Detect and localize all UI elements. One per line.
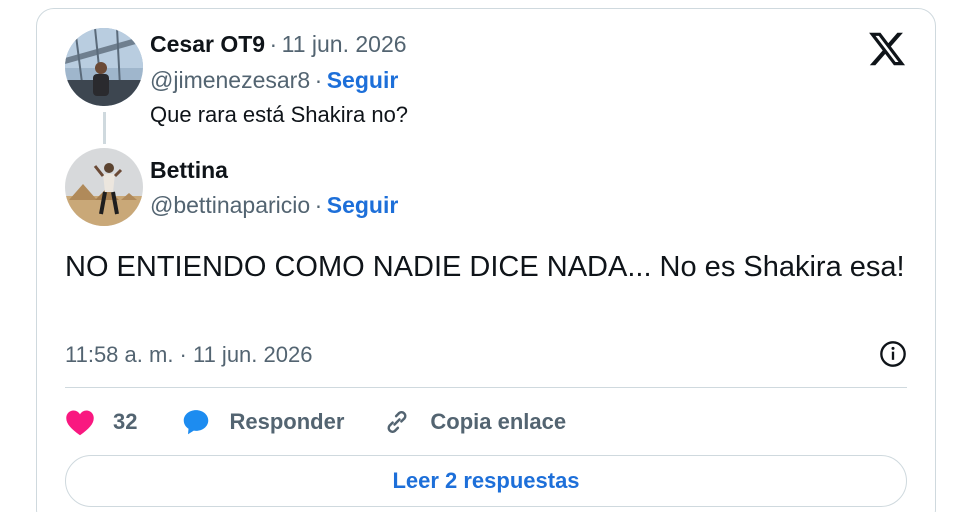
thread-connector-line bbox=[103, 112, 106, 144]
parent-author-name[interactable]: Cesar OT9 bbox=[150, 31, 265, 57]
link-icon bbox=[387, 411, 407, 433]
parent-separator: · bbox=[269, 31, 278, 57]
embedded-tweet-card: Cesar OT9 · 11 jun. 2026 @jimenezesar8 ·… bbox=[36, 8, 936, 512]
reply-handle-separator: · bbox=[314, 192, 323, 218]
heart-icon bbox=[66, 410, 94, 436]
parent-header: Cesar OT9 · 11 jun. 2026 bbox=[150, 31, 407, 58]
tweet-actions-bar: 32 Responder Copia enlace bbox=[65, 405, 566, 439]
parent-follow-button[interactable]: Seguir bbox=[327, 67, 399, 93]
parent-handle-separator: · bbox=[314, 67, 323, 93]
info-icon[interactable] bbox=[879, 340, 907, 368]
reply-button[interactable]: Responder bbox=[181, 407, 344, 437]
reply-follow-button[interactable]: Seguir bbox=[327, 192, 399, 218]
cesar-avatar[interactable] bbox=[65, 28, 143, 106]
speech-bubble-icon bbox=[184, 410, 209, 435]
like-button[interactable]: 32 bbox=[65, 408, 137, 436]
parent-handle-row: @jimenezesar8 · Seguir bbox=[150, 67, 398, 94]
reply-header: Bettina bbox=[150, 157, 228, 184]
read-replies-button[interactable]: Leer 2 respuestas bbox=[65, 455, 907, 507]
copy-link-button[interactable]: Copia enlace bbox=[382, 407, 566, 437]
like-count: 32 bbox=[113, 409, 138, 434]
reply-author-name[interactable]: Bettina bbox=[150, 157, 228, 183]
parent-tweet-text: Que rara está Shakira no? bbox=[150, 102, 409, 127]
parent-date[interactable]: 11 jun. 2026 bbox=[282, 31, 407, 57]
actions-divider bbox=[65, 387, 907, 388]
reply-handle-row: @bettinaparicio · Seguir bbox=[150, 192, 398, 219]
tweet-timestamp[interactable]: 11:58 a. m. · 11 jun. 2026 bbox=[65, 342, 312, 368]
copy-link-label: Copia enlace bbox=[430, 409, 567, 434]
parent-handle[interactable]: @jimenezesar8 bbox=[150, 67, 310, 93]
reply-handle[interactable]: @bettinaparicio bbox=[150, 192, 310, 218]
tweet-body-text: NO ENTIENDO COMO NADIE DICE NADA... No e… bbox=[65, 251, 905, 283]
x-logo-icon[interactable] bbox=[867, 29, 907, 69]
reply-label: Responder bbox=[229, 409, 345, 434]
read-replies-label: Leer 2 respuestas bbox=[392, 468, 580, 493]
bettina-avatar[interactable] bbox=[65, 148, 143, 226]
